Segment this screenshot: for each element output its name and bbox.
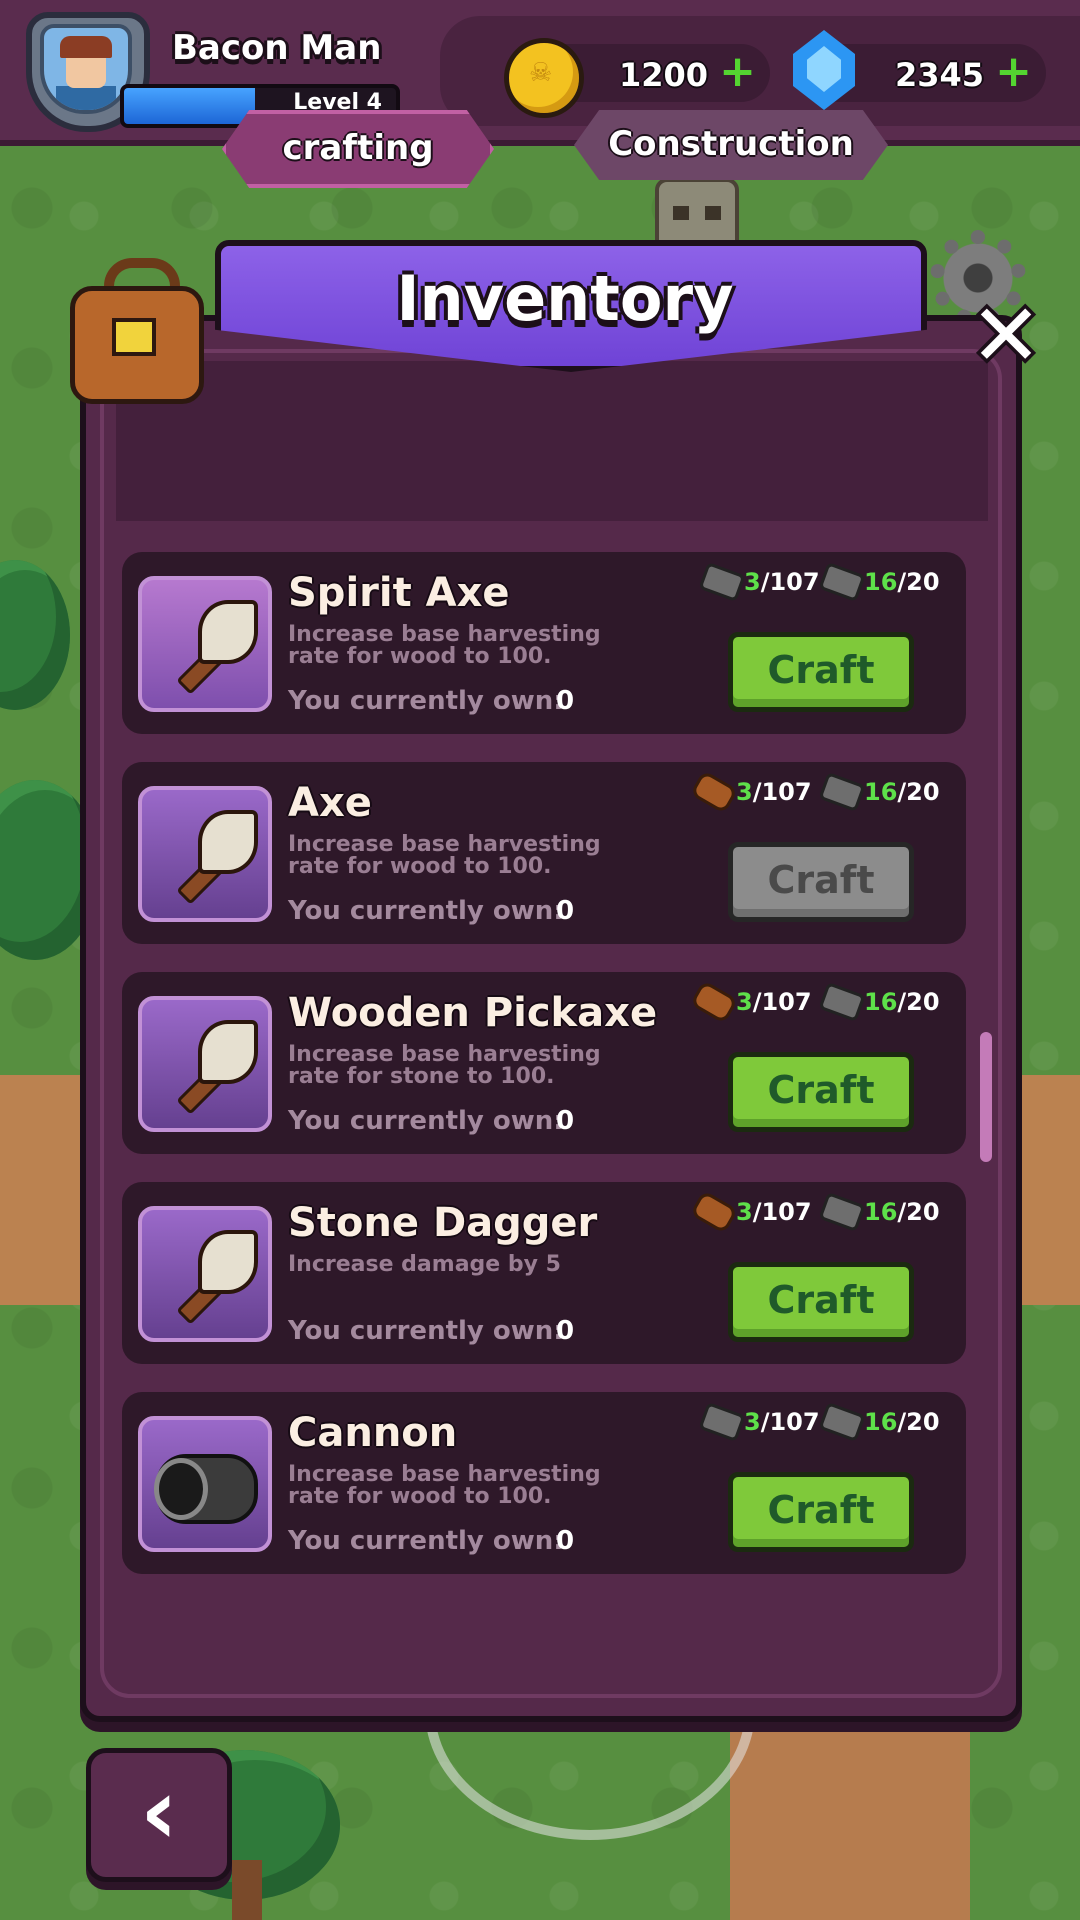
stone-icon — [698, 1402, 746, 1442]
scrollbar[interactable] — [980, 1032, 992, 1162]
item-description: Increase damage by 5 — [288, 1252, 561, 1277]
owned-count: 0 — [556, 1106, 575, 1136]
craft-button[interactable]: Craft — [728, 1262, 914, 1342]
wood-log-icon — [689, 979, 739, 1025]
item-name: Axe — [288, 780, 372, 826]
item-card-axe: Axe Increase base harvesting rate for wo… — [122, 762, 966, 944]
owned-label: You currently own: — [288, 1316, 564, 1346]
modal-title: Inventory — [396, 262, 734, 335]
top-hud: Level 4 Bacon Man 1200 + ☠ 2345 + — [0, 0, 1080, 146]
spirit-axe-icon — [138, 576, 272, 712]
back-button[interactable]: ‹ — [86, 1748, 232, 1882]
backpack-icon — [62, 258, 204, 404]
item-description: Increase base harvesting rate for wood t… — [288, 832, 601, 879]
stone-icon — [818, 562, 866, 602]
item-description: Increase base harvesting rate for wood t… — [288, 1462, 601, 1509]
stone-icon — [818, 982, 866, 1022]
title-banner: Inventory — [215, 240, 927, 390]
item-name: Stone Dagger — [288, 1200, 598, 1246]
owned-label: You currently own: — [288, 686, 564, 716]
owned-label: You currently own: — [288, 1526, 564, 1556]
owned-label: You currently own: — [288, 1106, 564, 1136]
wood-log-icon — [689, 769, 739, 815]
stone-icon — [818, 1402, 866, 1442]
owned-label: You currently own: — [288, 896, 564, 926]
xp-bar-fill — [124, 88, 255, 124]
gem-counter: 2345 + — [822, 44, 1046, 102]
dirt-path — [730, 1700, 970, 1920]
player-name: Bacon Man — [172, 28, 382, 68]
stone-icon — [818, 772, 866, 812]
craft-button[interactable]: Craft — [728, 632, 914, 712]
item-card-spirit-axe: Spirit Axe Increase base harvesting rate… — [122, 552, 966, 734]
item-card-wooden-pickaxe: Wooden Pickaxe Increase base harvesting … — [122, 972, 966, 1154]
owned-count: 0 — [556, 686, 575, 716]
owned-count: 0 — [556, 1316, 575, 1346]
cannon-icon — [138, 1416, 272, 1552]
owned-count: 0 — [556, 1526, 575, 1556]
coin-amount: 1200 — [618, 56, 708, 94]
craft-button-disabled[interactable]: Craft — [728, 842, 914, 922]
add-coins-button[interactable]: + — [719, 46, 756, 97]
craft-button[interactable]: Craft — [728, 1052, 914, 1132]
item-description: Increase base harvesting rate for wood t… — [288, 622, 601, 669]
gem-amount: 2345 — [894, 56, 984, 94]
axe-icon — [138, 786, 272, 922]
gem-icon — [793, 30, 855, 110]
owned-count: 0 — [556, 896, 575, 926]
item-card-stone-dagger: Stone Dagger Increase damage by 5 You cu… — [122, 1182, 966, 1364]
pickaxe-icon — [138, 996, 272, 1132]
tab-crafting[interactable]: crafting — [222, 110, 494, 188]
close-button[interactable]: ✕ — [970, 293, 1042, 379]
item-description: Increase base harvesting rate for stone … — [288, 1042, 601, 1089]
stone-icon — [698, 562, 746, 602]
craft-button[interactable]: Craft — [728, 1472, 914, 1552]
stone-icon — [818, 1192, 866, 1232]
tab-construction[interactable]: Construction — [574, 110, 888, 180]
tree-trunk — [232, 1860, 262, 1920]
item-name: Spirit Axe — [288, 570, 510, 616]
item-name: Wooden Pickaxe — [288, 990, 658, 1036]
wood-log-icon — [689, 1189, 739, 1235]
add-gems-button[interactable]: + — [995, 46, 1032, 97]
dagger-icon — [138, 1206, 272, 1342]
item-card-cannon: Cannon Increase base harvesting rate for… — [122, 1392, 966, 1574]
item-name: Cannon — [288, 1410, 458, 1456]
coin-icon: ☠ — [504, 38, 584, 118]
